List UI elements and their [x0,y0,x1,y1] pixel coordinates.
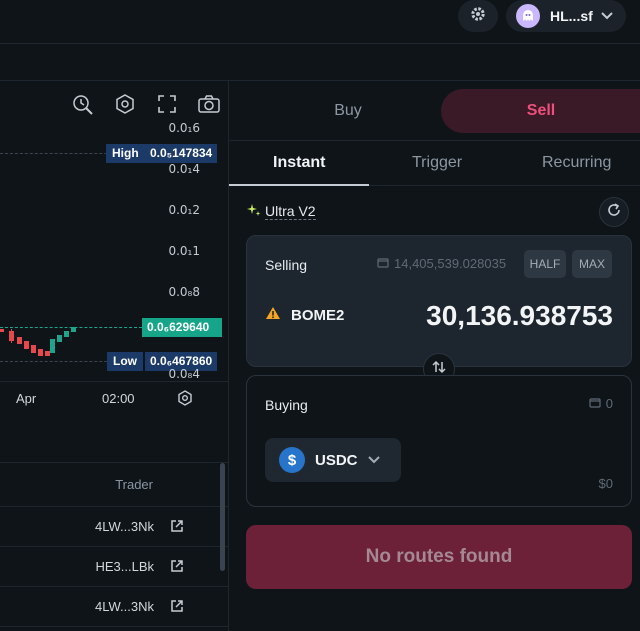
time-axis: Apr 02:00 [0,381,228,411]
time-tick: 02:00 [102,391,135,406]
hexagon-settings-icon[interactable] [112,91,138,117]
submit-swap-button[interactable]: No routes found [246,525,632,589]
external-link-icon[interactable] [170,559,184,578]
candle [0,329,4,332]
external-link-icon[interactable] [170,599,184,618]
selling-token[interactable]: BOME2 [265,306,344,324]
sub-header-bar [0,44,640,81]
buy-token-symbol: USDC [315,451,358,469]
table-row: 4LW...3Nk [0,587,228,627]
trades-table: Trader 4LW...3Nk HE3...LBk 4LW...3Nk [0,462,228,631]
axis-settings-icon[interactable] [176,389,194,410]
trader-address[interactable]: 4LW...3Nk [95,519,154,534]
candle [64,331,69,337]
wallet-icon [589,396,601,411]
settings-button[interactable] [458,0,498,32]
pencil-clock-icon[interactable] [70,91,96,117]
table-row: HE3...LBk [0,547,228,587]
high-label-tag: High [106,144,145,163]
trader-address[interactable]: HE3...LBk [95,559,154,574]
high-value-tag: 0.0₅147834 [145,144,218,163]
candle [38,349,43,356]
buy-tab[interactable]: Buy [253,89,443,133]
buy-usd-value: $0 [598,476,613,491]
gear-icon [470,6,486,27]
selling-box: Selling 14,405,539.028035 HALF MAX BOME2… [246,235,632,367]
candle [71,327,76,332]
sell-tab[interactable]: Sell [441,89,640,133]
selling-balance: 14,405,539.028035 [377,256,506,271]
account-button[interactable]: HL...sf [506,0,626,32]
price-tick: 0.0₈4 [168,367,200,381]
selling-token-symbol: BOME2 [291,306,345,324]
selling-balance-value: 14,405,539.028035 [394,256,507,271]
order-mode-tabs: Instant Trigger Recurring [229,142,640,186]
price-tick: 0.0₁1 [168,244,200,258]
trades-header: Trader [0,463,228,507]
price-tick: 0.0₈8 [168,285,200,299]
buying-balance-value: 0 [605,396,613,411]
ghost-avatar-icon [516,4,540,28]
trades-scrollbar[interactable] [220,463,225,571]
tab-instant[interactable]: Instant [273,154,325,172]
buying-balance: 0 [589,396,613,411]
external-link-icon[interactable] [170,519,184,538]
candlesticks [0,327,76,356]
chevron-down-icon [367,451,380,469]
tab-trigger[interactable]: Trigger [412,154,462,172]
refresh-icon [606,202,622,223]
ultra-mode-badge[interactable]: Ultra V2 [247,203,316,220]
swap-panel: Buy Sell Instant Trigger Recurring Ultra… [228,81,640,631]
trader-address[interactable]: 4LW...3Nk [95,599,154,614]
selling-title: Selling [265,257,308,273]
candle [57,335,62,342]
price-tick: 0.0₁4 [168,162,200,176]
top-bar: HL...sf [0,0,640,44]
fullscreen-icon[interactable] [154,91,180,117]
refresh-button[interactable] [599,197,629,227]
sell-amount-input[interactable]: 30,136.938753 [426,300,613,332]
buying-title: Buying [265,397,308,413]
half-button[interactable]: HALF [524,250,566,278]
price-tick: 0.0₁2 [168,203,200,217]
time-tick: Apr [16,391,37,406]
camera-icon[interactable] [196,91,222,117]
account-label: HL...sf [550,8,593,24]
buying-box: Buying 0 $ USDC $0 [246,375,632,507]
max-button[interactable]: MAX [572,250,612,278]
buy-token-select[interactable]: $ USDC [265,438,401,482]
table-row: 4LW...3Nk [0,507,228,547]
trader-column-header: Trader [115,477,153,492]
current-price-tag: 0.0₆629640 [142,318,222,337]
chart-toolbar [70,91,222,117]
sparkle-icon [247,203,261,220]
candle [24,341,29,349]
wallet-icon [377,256,389,271]
tab-recurring[interactable]: Recurring [542,154,611,172]
warning-icon [265,306,281,324]
active-tab-indicator [229,184,369,186]
low-label-tag: Low [107,352,143,371]
candle [50,339,55,353]
buy-sell-toggle: Buy Sell [229,81,640,141]
price-chart[interactable]: 0.0₁6 High 0.0₅147834 0.0₁4 0.0₁2 0.0₁1 … [0,81,228,411]
price-tick: 0.0₁6 [168,121,200,135]
ultra-label: Ultra V2 [265,203,316,220]
candle [31,345,36,353]
usdc-icon: $ [279,447,305,473]
chevron-down-icon [601,7,613,25]
candle [17,337,22,344]
candle [45,351,50,356]
